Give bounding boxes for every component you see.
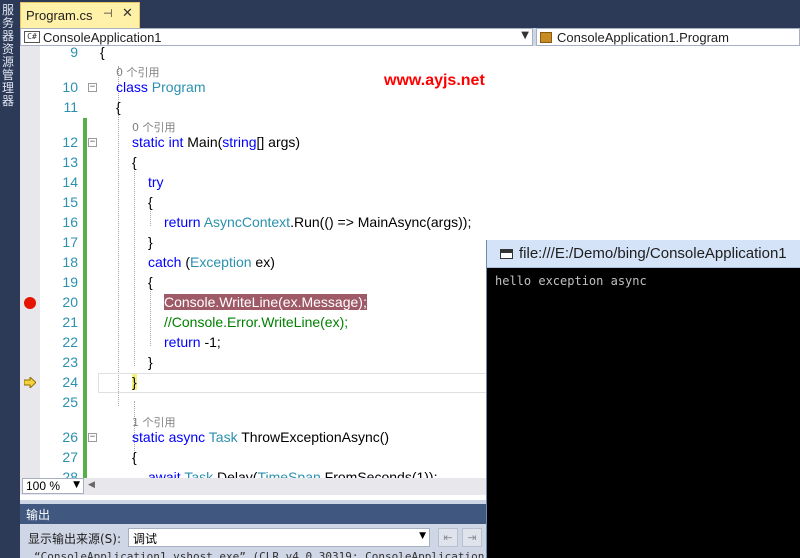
line-number: 16 bbox=[62, 214, 78, 230]
member-name: ConsoleApplication1.Program bbox=[557, 30, 729, 45]
line-number: 12 bbox=[62, 134, 78, 150]
code-text: { bbox=[148, 194, 153, 210]
code-text: static async Task ThrowExceptionAsync() bbox=[132, 429, 390, 445]
collapse-icon[interactable]: − bbox=[88, 83, 97, 92]
server-explorer-strip[interactable]: 服务器资源管理器 bbox=[0, 0, 20, 558]
code-line: 13 { bbox=[20, 153, 800, 173]
code-text: } bbox=[148, 234, 153, 250]
code-text: { bbox=[100, 46, 105, 60]
output-source-label: 显示输出来源(S): bbox=[28, 532, 122, 546]
line-number: 20 bbox=[62, 294, 78, 310]
code-text: return -1; bbox=[164, 334, 221, 350]
line-number: 10 bbox=[62, 79, 78, 95]
line-number: 14 bbox=[62, 174, 78, 190]
previous-message-button[interactable]: ⇤ bbox=[438, 528, 458, 547]
code-line: 12 − static int Main(string[] args) bbox=[20, 133, 800, 153]
line-number: 15 bbox=[62, 194, 78, 210]
collapse-icon[interactable]: − bbox=[88, 433, 97, 442]
project-name: ConsoleApplication1 bbox=[43, 30, 162, 45]
code-text: catch (Exception ex) bbox=[148, 254, 275, 270]
pin-icon[interactable]: ⊣ bbox=[103, 7, 113, 20]
line-number: 21 bbox=[62, 314, 78, 330]
class-icon bbox=[540, 32, 552, 43]
code-line: 15 { bbox=[20, 193, 800, 213]
line-number: 17 bbox=[62, 234, 78, 250]
code-line: 11 { bbox=[20, 98, 800, 118]
output-panel-title: 输出 bbox=[26, 508, 51, 522]
member-dropdown[interactable]: ConsoleApplication1.Program bbox=[536, 28, 800, 46]
next-message-button[interactable]: ⇥ bbox=[462, 528, 482, 547]
code-line: 14 try bbox=[20, 173, 800, 193]
chevron-down-icon[interactable]: ▼ bbox=[419, 531, 426, 541]
current-statement-arrow-icon bbox=[24, 377, 36, 388]
console-window-icon bbox=[500, 249, 513, 259]
code-text: { bbox=[132, 154, 137, 170]
line-number: 28 bbox=[62, 469, 78, 478]
horizontal-scrollbar[interactable]: ◀ bbox=[86, 480, 484, 493]
document-tab-strip: Program.cs ⊣ ✕ bbox=[20, 0, 800, 28]
console-output: hello exception async bbox=[495, 274, 647, 288]
output-text-line: “ConsoleApplication1.vshost.exe” (CLR v4… bbox=[34, 550, 484, 558]
project-dropdown[interactable]: C# ConsoleApplication1 ▼ bbox=[20, 28, 533, 46]
code-line: 10 − class Program bbox=[20, 78, 800, 98]
code-line: 16 return AsyncContext.Run(() => MainAsy… bbox=[20, 213, 800, 233]
code-text: } bbox=[148, 354, 153, 370]
output-source-select[interactable]: 调试 ▼ bbox=[128, 528, 430, 547]
console-title-bar[interactable]: file:///E:/Demo/bing/ConsoleApplication1 bbox=[487, 240, 800, 268]
line-number: 13 bbox=[62, 154, 78, 170]
line-number: 18 bbox=[62, 254, 78, 270]
code-line: 9 { bbox=[20, 46, 800, 63]
tab-title[interactable]: Program.cs bbox=[26, 8, 92, 23]
close-icon[interactable]: ✕ bbox=[122, 6, 133, 21]
line-number: 11 bbox=[63, 99, 78, 115]
output-panel-title-bar[interactable]: 输出 bbox=[20, 504, 486, 524]
code-text: return AsyncContext.Run(() => MainAsync(… bbox=[164, 214, 472, 230]
tab-program-cs[interactable]: Program.cs ⊣ ✕ bbox=[20, 2, 140, 28]
output-source-value: 调试 bbox=[133, 532, 158, 546]
console-window[interactable]: file:///E:/Demo/bing/ConsoleApplication1… bbox=[486, 240, 800, 558]
line-number: 25 bbox=[62, 394, 78, 410]
code-text: { bbox=[148, 274, 153, 290]
line-number: 24 bbox=[62, 374, 78, 390]
line-number: 23 bbox=[62, 354, 78, 370]
server-explorer-label[interactable]: 服务器资源管理器 bbox=[1, 4, 15, 108]
output-source-row: 显示输出来源(S): 调试 ▼ ⇤ ⇥ bbox=[20, 527, 486, 549]
breakpoint-code-text: Console.WriteLine(ex.Message); bbox=[164, 294, 367, 310]
output-panel: 输出 显示输出来源(S): 调试 ▼ ⇤ ⇥ “ConsoleApplicati… bbox=[20, 500, 486, 558]
code-text: { bbox=[116, 99, 121, 115]
code-text: try bbox=[148, 174, 164, 190]
editor-status-bar: 100 % ▼ ◀ bbox=[20, 478, 486, 495]
code-comment: //Console.Error.WriteLine(ex); bbox=[164, 314, 349, 330]
code-text: await Task.Delay(TimeSpan.FromSeconds(1)… bbox=[148, 469, 438, 478]
chevron-down-icon[interactable]: ▼ bbox=[73, 480, 80, 490]
chevron-down-icon[interactable]: ▼ bbox=[521, 30, 529, 41]
current-line-highlight bbox=[98, 373, 492, 393]
scroll-left-icon[interactable]: ◀ bbox=[88, 480, 95, 490]
navigation-bar: C# ConsoleApplication1 ▼ ConsoleApplicat… bbox=[20, 28, 800, 46]
zoom-dropdown[interactable]: 100 % ▼ bbox=[22, 478, 84, 494]
line-number: 26 bbox=[62, 429, 78, 445]
breakpoint-icon[interactable] bbox=[24, 297, 36, 309]
console-title: file:///E:/Demo/bing/ConsoleApplication1 bbox=[519, 245, 787, 262]
line-number: 19 bbox=[62, 274, 78, 290]
code-text: } bbox=[132, 374, 137, 390]
zoom-value: 100 % bbox=[26, 479, 61, 493]
collapse-icon[interactable]: − bbox=[88, 138, 97, 147]
line-number: 9 bbox=[70, 46, 78, 60]
line-number: 27 bbox=[62, 449, 78, 465]
line-number: 22 bbox=[62, 334, 78, 350]
code-text: { bbox=[132, 449, 137, 465]
code-text: class Program bbox=[116, 79, 206, 95]
code-text: static int Main(string[] args) bbox=[132, 134, 301, 150]
csharp-project-icon: C# bbox=[24, 31, 40, 43]
